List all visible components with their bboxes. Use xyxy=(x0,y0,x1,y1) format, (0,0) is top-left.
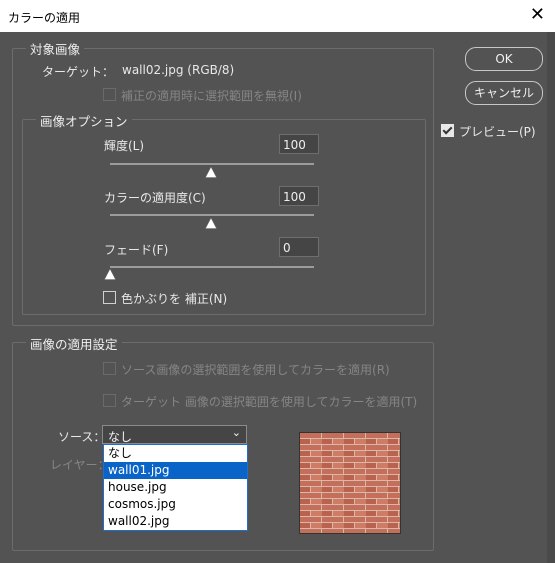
dropdown-option[interactable]: house.jpg xyxy=(104,479,247,496)
title-bar: カラーの適用 ✕ xyxy=(0,0,555,32)
source-thumbnail xyxy=(299,432,401,534)
source-select[interactable]: なし ⌄ xyxy=(102,425,247,444)
neutralize-checkbox[interactable] xyxy=(103,291,116,304)
image-options-title: 画像オプション xyxy=(36,111,132,130)
color-intensity-slider-track[interactable] xyxy=(110,214,314,216)
preview-label: プレビュー(P) xyxy=(459,125,536,139)
fade-input[interactable]: 0 xyxy=(279,237,319,257)
ignore-selection-label: 補正の適用時に選択範囲を無視(I) xyxy=(121,89,302,103)
source-label: ソース： xyxy=(58,430,106,444)
dropdown-option[interactable]: なし xyxy=(104,445,247,462)
target-value: wall02.jpg (RGB/8) xyxy=(122,63,235,77)
layer-label: レイヤー： xyxy=(50,458,110,472)
color-intensity-label: カラーの適用度(C) xyxy=(104,191,206,205)
cancel-button[interactable]: キャンセル xyxy=(465,81,543,105)
use-target-selection-checkbox[interactable] xyxy=(103,394,116,407)
source-dropdown-list: なし wall01.jpg house.jpg cosmos.jpg wall0… xyxy=(103,444,248,531)
fade-slider-track[interactable] xyxy=(110,266,314,268)
right-edge xyxy=(547,32,555,563)
window-title: カラーの適用 xyxy=(8,11,81,25)
ok-button[interactable]: OK xyxy=(465,47,543,71)
ignore-selection-checkbox[interactable] xyxy=(103,88,116,101)
image-options-group xyxy=(22,119,426,315)
luminance-slider-track[interactable] xyxy=(110,163,314,165)
dropdown-option-selected[interactable]: wall01.jpg xyxy=(104,462,247,479)
dropdown-option[interactable]: wall02.jpg xyxy=(104,513,247,530)
close-icon[interactable]: ✕ xyxy=(530,4,545,26)
neutralize-label: 色かぶりを 補正(N) xyxy=(121,292,228,306)
use-target-selection-label: ターゲット 画像の選択範囲を使用してカラーを適用(T) xyxy=(121,395,418,409)
chevron-down-icon: ⌄ xyxy=(231,426,241,439)
target-group-title: 対象画像 xyxy=(26,39,85,58)
use-source-selection-label: ソース画像の選択範囲を使用してカラーを適用(R) xyxy=(121,363,390,377)
color-intensity-input[interactable]: 100 xyxy=(279,186,319,206)
preview-checkbox[interactable] xyxy=(441,124,454,137)
use-source-selection-checkbox[interactable] xyxy=(103,362,116,375)
luminance-label: 輝度(L) xyxy=(104,139,145,153)
luminance-input[interactable]: 100 xyxy=(279,134,319,154)
fade-label: フェード(F) xyxy=(104,243,169,257)
dropdown-option[interactable]: cosmos.jpg xyxy=(104,496,247,513)
source-select-value: なし xyxy=(108,430,133,444)
target-label: ターゲット： xyxy=(42,65,115,79)
stats-group-title: 画像の適用設定 xyxy=(26,334,122,353)
